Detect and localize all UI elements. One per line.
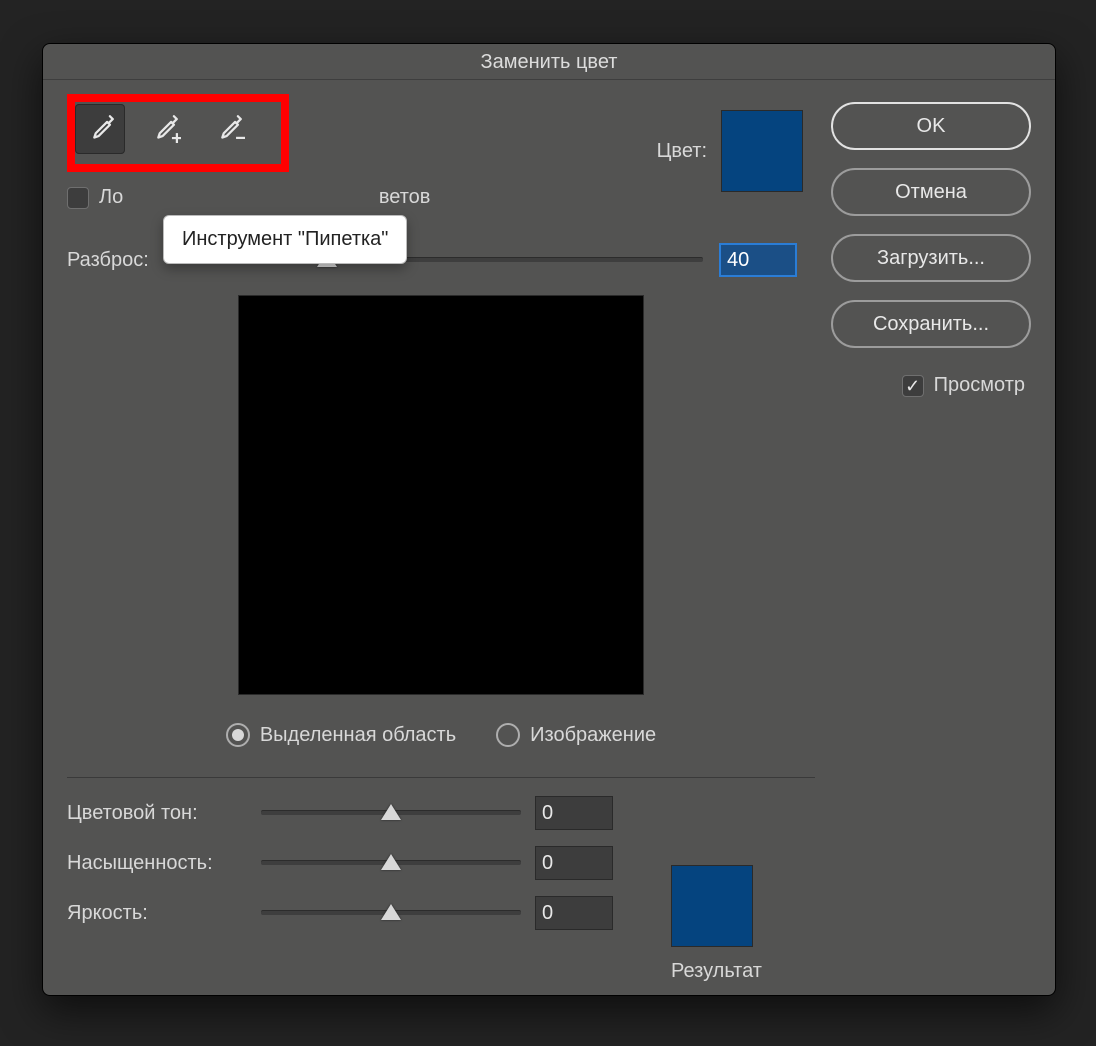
hue-input[interactable] <box>535 796 613 830</box>
preview-mode-image-label: Изображение <box>530 724 656 747</box>
selection-preview <box>238 295 644 695</box>
saturation-slider[interactable] <box>261 852 521 874</box>
save-button[interactable]: Сохранить... <box>831 300 1031 348</box>
section-divider <box>67 777 815 778</box>
eyedropper-tool[interactable] <box>75 104 125 154</box>
svg-text:−: − <box>235 128 245 146</box>
fuzziness-input[interactable] <box>719 243 797 277</box>
lightness-input[interactable] <box>535 896 613 930</box>
radio-icon <box>226 723 250 747</box>
source-color-row: Цвет: <box>657 110 803 192</box>
svg-text:+: + <box>171 128 181 146</box>
hue-label: Цветовой тон: <box>67 802 247 825</box>
localized-clusters-checkbox[interactable] <box>67 187 89 209</box>
lightness-label: Яркость: <box>67 902 247 925</box>
dialog-content: + − Инструмент "Пипетка" Ло <box>43 80 1055 948</box>
dialog-button-column: OK Отмена Загрузить... Сохранить... Прос… <box>815 98 1031 930</box>
saturation-input[interactable] <box>535 846 613 880</box>
result-swatch-wrap <box>671 865 753 947</box>
radio-icon <box>496 723 520 747</box>
result-label: Результат <box>671 960 762 983</box>
source-color-label: Цвет: <box>657 140 707 163</box>
eyedropper-minus-icon: − <box>211 112 245 146</box>
eyedropper-plus-tool[interactable]: + <box>139 104 189 154</box>
eyedropper-plus-icon: + <box>147 112 181 146</box>
eyedropper-icon <box>83 112 117 146</box>
preview-checkbox-label: Просмотр <box>934 374 1025 397</box>
selection-panel: + − Инструмент "Пипетка" Ло <box>67 98 815 930</box>
localized-clusters-label: Ло ветов <box>99 186 430 209</box>
cancel-button[interactable]: Отмена <box>831 168 1031 216</box>
source-color-swatch[interactable] <box>721 110 803 192</box>
result-color-swatch[interactable] <box>671 865 753 947</box>
dialog-title: Заменить цвет <box>43 44 1055 80</box>
eyedropper-tooltip: Инструмент "Пипетка" <box>163 215 407 264</box>
replace-color-dialog: Заменить цвет + <box>42 43 1056 996</box>
preview-mode-group: Выделенная область Изображение <box>67 723 815 747</box>
preview-mode-selection[interactable]: Выделенная область <box>226 723 456 747</box>
load-button[interactable]: Загрузить... <box>831 234 1031 282</box>
eyedropper-minus-tool[interactable]: − <box>203 104 253 154</box>
hue-row: Цветовой тон: <box>67 796 815 830</box>
saturation-label: Насыщенность: <box>67 852 247 875</box>
eyedropper-tool-group: + − <box>67 98 281 160</box>
preview-mode-image[interactable]: Изображение <box>496 723 656 747</box>
preview-mode-selection-label: Выделенная область <box>260 724 456 747</box>
preview-checkbox[interactable] <box>902 375 924 397</box>
lightness-slider[interactable] <box>261 902 521 924</box>
ok-button[interactable]: OK <box>831 102 1031 150</box>
hue-slider[interactable] <box>261 802 521 824</box>
preview-checkbox-row: Просмотр <box>831 374 1031 397</box>
